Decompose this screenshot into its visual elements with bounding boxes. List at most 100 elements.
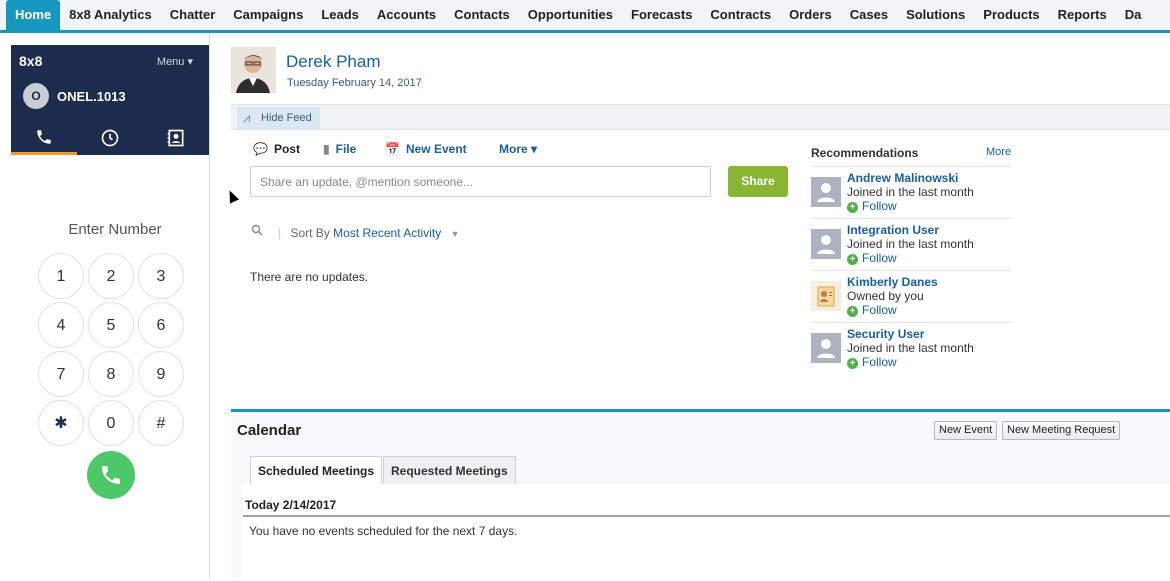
- more-dropdown[interactable]: More ▾: [499, 142, 537, 156]
- plus-icon: +: [847, 254, 858, 265]
- tab-solutions[interactable]: Solutions: [897, 0, 974, 30]
- plus-icon: +: [847, 358, 858, 369]
- dialpad-key-3[interactable]: 3: [138, 253, 184, 299]
- file-label: File: [335, 142, 357, 156]
- hide-feed-button[interactable]: ⩘ Hide Feed: [237, 107, 320, 129]
- enter-number-label: Enter Number: [68, 221, 162, 238]
- calendar-title: Calendar: [237, 422, 302, 439]
- softphone-panel: 8x8 Menu ▾ O ONEL.1013 Enter Number 1 2 …: [0, 33, 210, 578]
- follow-label: Follow: [862, 199, 897, 213]
- recommendation-item: Andrew Malinowski Joined in the last mon…: [811, 166, 1011, 218]
- sort-by-control[interactable]: | Sort By Most Recent Activity ▼: [278, 226, 459, 240]
- top-nav-bar: Home 8x8 Analytics Chatter Campaigns Lea…: [0, 0, 1170, 33]
- tab-products[interactable]: Products: [974, 0, 1048, 30]
- user-avatar-icon[interactable]: [811, 333, 841, 363]
- tab-reports[interactable]: Reports: [1049, 0, 1116, 30]
- tab-contracts[interactable]: Contracts: [701, 0, 780, 30]
- tab-cases[interactable]: Cases: [841, 0, 897, 30]
- recommendation-item: Integration User Joined in the last mont…: [811, 218, 1011, 270]
- tab-8x8-analytics[interactable]: 8x8 Analytics: [60, 0, 161, 30]
- follow-button[interactable]: + Follow: [847, 199, 897, 213]
- follow-label: Follow: [862, 303, 897, 317]
- tab-dashboards[interactable]: Da: [1116, 0, 1151, 30]
- mouse-cursor-icon: [224, 188, 240, 204]
- avatar: O: [23, 83, 49, 109]
- tab-scheduled-meetings[interactable]: Scheduled Meetings: [250, 456, 383, 484]
- dialpad-key-6[interactable]: 6: [138, 302, 184, 348]
- dialpad-key-7[interactable]: 7: [38, 351, 84, 397]
- new-event-label: New Event: [405, 142, 467, 156]
- phone-icon[interactable]: [11, 121, 77, 155]
- new-event-tab[interactable]: 📅 New Event: [385, 142, 467, 156]
- dialpad-key-5[interactable]: 5: [88, 302, 134, 348]
- tab-home[interactable]: Home: [6, 0, 61, 30]
- tab-orders[interactable]: Orders: [780, 0, 841, 30]
- follow-label: Follow: [862, 251, 897, 265]
- calendar-body: Today 2/14/2017 You have no events sched…: [243, 484, 1170, 581]
- no-updates-message: There are no updates.: [250, 270, 369, 284]
- search-icon[interactable]: [251, 224, 263, 239]
- tab-forecasts[interactable]: Forecasts: [622, 0, 701, 30]
- recommendation-item: Security User Joined in the last month +…: [811, 322, 1011, 374]
- recommendations-more-link[interactable]: More: [986, 146, 1011, 158]
- recommendation-name[interactable]: Kimberly Danes: [847, 275, 938, 289]
- profile-photo[interactable]: [231, 47, 276, 93]
- feed-toolbar: ⩘ Hide Feed: [231, 104, 1170, 130]
- contact-card-icon[interactable]: [811, 281, 841, 311]
- dialpad-key-9[interactable]: 9: [138, 351, 184, 397]
- recommendation-subtitle: Owned by you: [847, 289, 924, 303]
- follow-button[interactable]: + Follow: [847, 355, 897, 369]
- dialpad-key-2[interactable]: 2: [88, 253, 134, 299]
- menu-button[interactable]: Menu ▾: [157, 55, 193, 68]
- call-button[interactable]: [87, 451, 135, 499]
- phone-call-icon: [102, 466, 120, 484]
- user-avatar-icon[interactable]: [811, 229, 841, 259]
- calendar-icon: 📅: [385, 142, 400, 156]
- brand-logo: 8x8: [19, 53, 43, 69]
- no-events-message: You have no events scheduled for the nex…: [249, 524, 518, 538]
- recommendation-item: Kimberly Danes Owned by you + Follow: [811, 270, 1011, 322]
- tab-opportunities[interactable]: Opportunities: [519, 0, 622, 30]
- sort-by-label: Sort By: [290, 226, 330, 240]
- profile-name[interactable]: Derek Pham: [286, 52, 380, 72]
- new-event-button[interactable]: New Event: [934, 421, 998, 440]
- tab-chatter[interactable]: Chatter: [161, 0, 225, 30]
- today-header: Today 2/14/2017: [243, 498, 1170, 517]
- calendar-panel: Calendar New Event New Meeting Request S…: [231, 409, 1170, 581]
- recommendation-name[interactable]: Integration User: [847, 223, 939, 237]
- post-label: Post: [273, 142, 300, 156]
- tab-requested-meetings[interactable]: Requested Meetings: [383, 456, 516, 484]
- tab-contacts[interactable]: Contacts: [445, 0, 519, 30]
- follow-button[interactable]: + Follow: [847, 303, 897, 317]
- tab-campaigns[interactable]: Campaigns: [224, 0, 312, 30]
- clock-icon[interactable]: [77, 121, 143, 155]
- tab-leads[interactable]: Leads: [312, 0, 368, 30]
- extension-label: ONEL.1013: [57, 89, 126, 104]
- recommendation-subtitle: Joined in the last month: [847, 237, 974, 251]
- contacts-icon[interactable]: [143, 121, 209, 155]
- hide-feed-label: Hide Feed: [261, 112, 312, 124]
- softphone-tabs: [11, 121, 209, 155]
- recommendation-name[interactable]: Andrew Malinowski: [847, 171, 958, 185]
- plus-icon: +: [847, 202, 858, 213]
- dialpad-key-0[interactable]: 0: [88, 400, 134, 446]
- dialpad-key-1[interactable]: 1: [38, 253, 84, 299]
- follow-button[interactable]: + Follow: [847, 251, 897, 265]
- dialpad-key-4[interactable]: 4: [38, 302, 84, 348]
- chevron-down-icon[interactable]: ▼: [451, 229, 460, 239]
- speech-bubble-icon: 💬: [253, 142, 268, 156]
- file-tab[interactable]: ▮ File: [323, 142, 356, 156]
- post-tab[interactable]: 💬 Post: [253, 142, 300, 156]
- file-icon: ▮: [323, 142, 330, 156]
- share-button[interactable]: Share: [728, 166, 788, 197]
- recommendation-name[interactable]: Security User: [847, 327, 924, 341]
- user-avatar-icon[interactable]: [811, 177, 841, 207]
- dialpad-key-hash[interactable]: #: [138, 400, 184, 446]
- dialpad-key-8[interactable]: 8: [88, 351, 134, 397]
- new-meeting-request-button[interactable]: New Meeting Request: [1002, 421, 1121, 440]
- recommendation-subtitle: Joined in the last month: [847, 341, 974, 355]
- share-update-input[interactable]: Share an update, @mention someone...: [250, 166, 711, 197]
- dialpad-key-star[interactable]: ✱: [38, 400, 84, 446]
- sort-by-value[interactable]: Most Recent Activity: [333, 226, 441, 240]
- tab-accounts[interactable]: Accounts: [368, 0, 445, 30]
